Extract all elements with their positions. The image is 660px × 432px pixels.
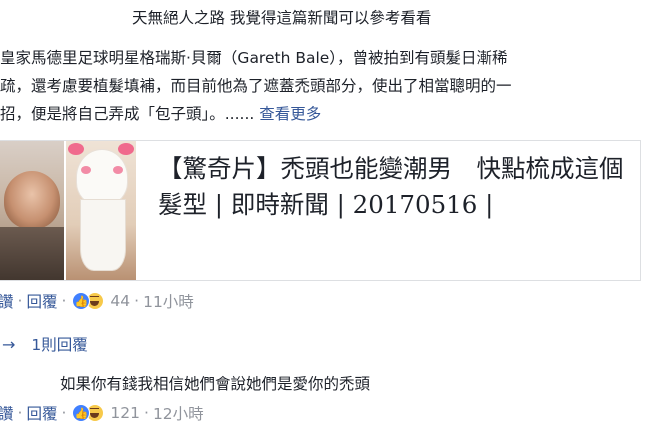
post-line-1: 皇家馬德里足球明星格瑞斯‧貝爾（Gareth Bale），曾被拍到有頭髮日漸稀 (0, 49, 508, 67)
timestamp[interactable]: 12小時 (153, 402, 204, 424)
thumbnail-bald-head-image (0, 141, 64, 280)
separator-dot: · (61, 404, 67, 422)
reply-button[interactable]: 回覆 (26, 290, 57, 312)
reaction-count[interactable]: 44 (110, 292, 130, 310)
head-shape (4, 171, 60, 229)
post-line-3-text: 招，便是將自己弄成「包子頭」。...... (0, 105, 255, 123)
shoulders-shape (0, 227, 64, 280)
like-button[interactable]: 讚 (0, 402, 14, 424)
separator-dot: · (17, 292, 23, 310)
comment-text-2: 如果你有錢我相信她們會說她們是愛你的禿頭 (60, 375, 371, 393)
link-thumbnail[interactable] (0, 141, 136, 280)
timestamp[interactable]: 11小時 (143, 290, 194, 312)
bear-face-shape (76, 149, 128, 205)
shared-post-text: 皇家馬德里足球明星格瑞斯‧貝爾（Gareth Bale），曾被拍到有頭髮日漸稀 … (0, 44, 650, 128)
post-line-3: 招，便是將自己弄成「包子頭」。...... 查看更多 (0, 100, 650, 128)
comment-thread: 天無絕人之路 我覺得這篇新聞可以參考看看 皇家馬德里足球明星格瑞斯‧貝爾（Gar… (0, 0, 660, 432)
comment-actions-2: 讚 · 回覆 · 👍 121 · 12小時 (0, 402, 204, 424)
link-title[interactable]: 【驚奇片】禿頭也能變潮男 快點梳成這個髮型 | 即時新聞 | 20170516 … (158, 151, 628, 280)
reaction-icons[interactable]: 👍 (72, 292, 105, 310)
thumbs-up-icon: 👍 (72, 404, 91, 422)
veil-shape (80, 199, 126, 271)
separator-dot: · (144, 404, 149, 422)
see-more-link[interactable]: 查看更多 (259, 105, 321, 123)
replies-count-label[interactable]: 1則回覆 (31, 333, 87, 355)
reaction-icons[interactable]: 👍 (72, 404, 105, 422)
comment-actions-1: 讚 · 回覆 · 👍 44 · 11小時 (0, 290, 194, 312)
separator-dot: · (134, 292, 140, 310)
link-preview-card[interactable]: 【驚奇片】禿頭也能變潮男 快點梳成這個髮型 | 即時新聞 | 20170516 … (0, 140, 641, 281)
separator-dot: · (61, 292, 67, 310)
thumbnail-bear-sticker-image (66, 141, 136, 280)
separator-dot: · (17, 404, 23, 422)
reply-button[interactable]: 回覆 (26, 402, 57, 424)
like-button[interactable]: 讚 (0, 290, 14, 312)
reaction-count[interactable]: 121 (110, 404, 140, 422)
thumbs-up-icon: 👍 (72, 292, 91, 310)
bow-right-shape (118, 143, 134, 155)
bow-left-shape (68, 143, 84, 155)
comment-text: 天無絕人之路 我覺得這篇新聞可以參考看看 (132, 9, 432, 27)
view-replies-link[interactable]: → 1則回覆 (2, 333, 88, 355)
post-line-2: 疏，還考慮要植髮填補，而目前他為了遮蓋禿頭部分，使出了相當聰明的一 (0, 77, 512, 95)
reply-arrow-icon: → (2, 334, 16, 354)
